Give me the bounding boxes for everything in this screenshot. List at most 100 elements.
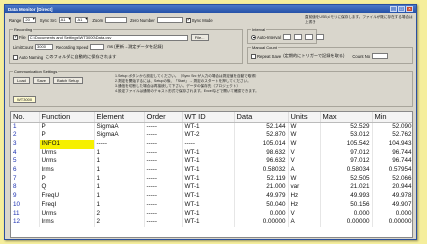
cell-element[interactable]: 1 <box>94 192 145 201</box>
cell-element[interactable]: 1 <box>94 166 145 175</box>
cell-max[interactable]: 0.00000 <box>320 218 373 227</box>
table-row[interactable]: 5 Urms 1 ----- WT-1 96.632 V 97.012 96.744 <box>11 157 412 167</box>
table-row[interactable]: 3 INFO1 ----- ----- ----- 105.014 W 105.542 104.… <box>11 139 412 149</box>
cell-min[interactable]: 104.943 <box>372 139 412 149</box>
table-row[interactable]: 4 Urms 1 ----- WT-1 98.632 V 97.012 96.744 <box>11 148 412 158</box>
cell-order[interactable]: ----- <box>144 131 183 140</box>
cell-units[interactable]: V <box>288 209 321 219</box>
cell-order[interactable]: ----- <box>144 200 183 210</box>
cell-no[interactable]: 1 <box>11 122 40 132</box>
table-row[interactable]: 9 FreqU 1 ----- WT-1 49.979 Hz 49.993 49.978 <box>11 192 412 201</box>
cell-min[interactable]: 96.744 <box>372 157 412 167</box>
cell-no[interactable]: 9 <box>11 192 40 201</box>
col-header-units[interactable]: Units <box>288 112 321 123</box>
cell-min[interactable]: 0.00000 <box>372 218 412 227</box>
cell-units[interactable]: A <box>288 166 321 175</box>
cell-min[interactable]: 0.000 <box>372 209 412 219</box>
cell-element[interactable]: 2 <box>94 218 145 227</box>
cell-order[interactable]: ----- <box>144 148 183 158</box>
cell-data[interactable]: 0.00000 <box>234 218 289 227</box>
cell-no[interactable]: 5 <box>11 157 40 167</box>
cell-data[interactable]: 21.000 <box>234 183 289 193</box>
cell-wt-id[interactable]: WT-1 <box>182 166 235 175</box>
cell-no[interactable]: 3 <box>11 139 40 149</box>
cell-min[interactable]: 52.762 <box>372 131 412 140</box>
recording-speed-input[interactable] <box>90 44 105 50</box>
cell-element[interactable]: 1 <box>94 157 145 167</box>
col-header-data[interactable]: Data <box>234 112 289 123</box>
col-header-function[interactable]: Function <box>39 112 95 123</box>
cell-max[interactable]: 49.993 <box>320 192 373 201</box>
zoom-input[interactable] <box>105 17 128 23</box>
cell-max[interactable]: 97.012 <box>320 157 373 167</box>
cell-data[interactable]: 98.632 <box>234 148 289 158</box>
cell-function[interactable]: FreqU <box>39 192 95 201</box>
table-row[interactable]: 12 Irms 2 ----- WT-1 0.00000 A 0.00000 0.00000 <box>11 218 412 227</box>
cell-units[interactable]: W <box>288 139 321 149</box>
interval-box-1[interactable] <box>282 34 291 40</box>
cell-max[interactable]: 0.58034 <box>320 166 373 175</box>
repeat-save-checkbox[interactable] <box>251 53 256 59</box>
table-row[interactable]: 2 P SigmaA ----- WT-2 52.870 W 53.012 52.762 <box>11 131 412 140</box>
cell-min[interactable]: 49.907 <box>372 200 412 210</box>
cell-function[interactable]: P <box>39 174 95 184</box>
cell-wt-id[interactable]: WT-1 <box>182 183 235 193</box>
cell-wt-id[interactable]: WT-1 <box>182 148 235 158</box>
interval-box-2[interactable] <box>293 34 302 40</box>
cell-wt-id[interactable]: WT-1 <box>182 122 235 132</box>
cell-no[interactable]: 7 <box>11 174 40 184</box>
cell-max[interactable]: 0.000 <box>320 209 373 219</box>
col-header-order[interactable]: Order <box>144 112 183 123</box>
cell-function[interactable]: Irms <box>39 218 95 227</box>
cell-order[interactable]: ----- <box>144 218 183 227</box>
cell-wt-id[interactable]: WT-1 <box>182 157 235 167</box>
cell-element[interactable]: 1 <box>94 174 145 184</box>
close-button[interactable]: × <box>406 6 413 12</box>
cell-max[interactable]: 52.529 <box>320 122 373 132</box>
cell-data[interactable]: 96.632 <box>234 157 289 167</box>
cell-no[interactable]: 8 <box>11 183 40 193</box>
cell-order[interactable]: ----- <box>144 209 183 219</box>
cell-element[interactable]: 1 <box>94 200 145 210</box>
cell-units[interactable]: V <box>288 148 321 158</box>
cell-wt-id[interactable]: WT-1 <box>182 218 235 227</box>
cell-max[interactable]: 105.542 <box>320 139 373 149</box>
auto-interval-radio[interactable] <box>251 34 256 40</box>
table-row[interactable]: 11 Urms 2 ----- WT-1 0.000 V 0.000 0.000 <box>11 209 412 219</box>
sync-mode-checkbox[interactable] <box>185 17 191 23</box>
col-header-wt-id[interactable]: WT ID <box>182 112 235 123</box>
sync-select-2[interactable]: A1 <box>75 17 89 23</box>
cell-max[interactable]: 21.021 <box>320 183 373 193</box>
save-button[interactable]: Save <box>32 77 51 84</box>
cell-no[interactable]: 4 <box>11 148 40 158</box>
file-checkbox[interactable] <box>13 34 18 40</box>
cell-function[interactable]: Urms <box>39 209 95 219</box>
col-header-no[interactable]: No. <box>11 112 40 123</box>
col-header-element[interactable]: Element <box>94 112 145 123</box>
cell-data[interactable]: 0.58032 <box>234 166 289 175</box>
cell-element[interactable]: 2 <box>94 209 145 219</box>
cell-function[interactable]: INFO1 <box>39 139 95 149</box>
cell-element[interactable]: ----- <box>94 139 145 149</box>
cell-no[interactable]: 2 <box>11 131 40 140</box>
load-button[interactable]: Load <box>13 77 30 84</box>
cell-units[interactable]: var <box>288 183 321 193</box>
cell-order[interactable]: ----- <box>144 122 183 132</box>
cell-data[interactable]: 0.000 <box>234 209 289 219</box>
interval-box-4[interactable] <box>315 34 324 40</box>
cell-data[interactable]: 52.119 <box>234 174 289 184</box>
cell-wt-id[interactable]: WT-2 <box>182 131 235 140</box>
cell-order[interactable]: ----- <box>144 183 183 193</box>
cell-wt-id[interactable]: WT-1 <box>182 209 235 219</box>
cell-no[interactable]: 11 <box>11 209 40 219</box>
cell-function[interactable]: P <box>39 131 95 140</box>
table-row[interactable]: 7 P 1 ----- WT-1 52.119 W 52.505 52.066 <box>11 174 412 184</box>
limit-count-input[interactable]: 3000 <box>35 44 54 50</box>
cell-max[interactable]: 53.012 <box>320 131 373 140</box>
cell-min[interactable]: 20.944 <box>372 183 412 193</box>
cell-order[interactable]: ----- <box>144 192 183 201</box>
batch-setup-button[interactable]: Batch Setup <box>53 77 83 84</box>
table-row[interactable]: 1 P SigmaA ----- WT-1 52.144 W 52.529 52.090 <box>11 122 412 132</box>
cell-function[interactable]: P <box>39 122 95 132</box>
cell-order[interactable]: ----- <box>144 166 183 175</box>
